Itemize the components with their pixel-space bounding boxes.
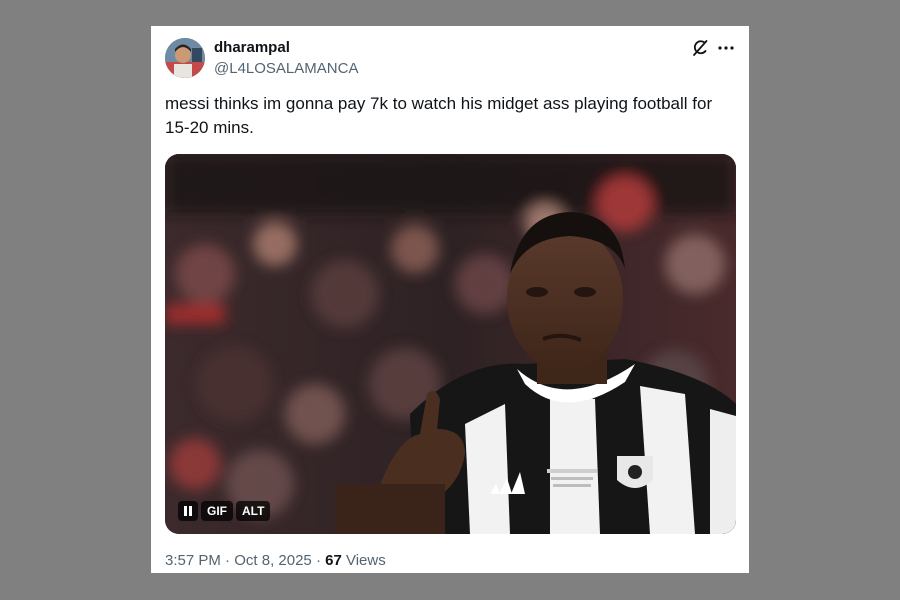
- alt-text-button[interactable]: ALT: [236, 501, 271, 521]
- tweet-text-line-2: 15-20 mins.: [165, 118, 254, 137]
- gif-badge: GIF: [201, 501, 233, 521]
- more-options-icon[interactable]: [717, 39, 735, 57]
- tweet-time[interactable]: 3:57 PM: [165, 552, 221, 569]
- grok-icon[interactable]: [691, 39, 709, 57]
- tweet-date[interactable]: Oct 8, 2025: [234, 552, 312, 569]
- avatar-image: [165, 38, 205, 78]
- author-handle[interactable]: @L4LOSALAMANCA: [214, 60, 358, 77]
- tweet-text-line-1: messi thinks im gonna pay 7k to watch hi…: [165, 94, 713, 113]
- pause-icon: [184, 506, 192, 516]
- author-display-name[interactable]: dharampal: [214, 39, 290, 56]
- tweet-card: dharampal @L4LOSALAMANCA messi thinks im…: [151, 26, 749, 573]
- views-count: 67: [325, 552, 342, 569]
- tweet-media-gif[interactable]: GIF ALT: [165, 154, 736, 534]
- gif-frame: [165, 154, 736, 534]
- tweet-text: messi thinks im gonna pay 7k to watch hi…: [165, 92, 735, 140]
- pause-button[interactable]: [178, 501, 198, 521]
- views-label: Views: [345, 552, 386, 569]
- author-avatar[interactable]: [165, 38, 205, 78]
- tweet-metadata: 3:57 PM · Oct 8, 2025 · 67 Views: [165, 552, 386, 569]
- meta-separator: ·: [225, 552, 231, 569]
- meta-separator: ·: [315, 552, 321, 569]
- media-controls: GIF ALT: [178, 501, 271, 521]
